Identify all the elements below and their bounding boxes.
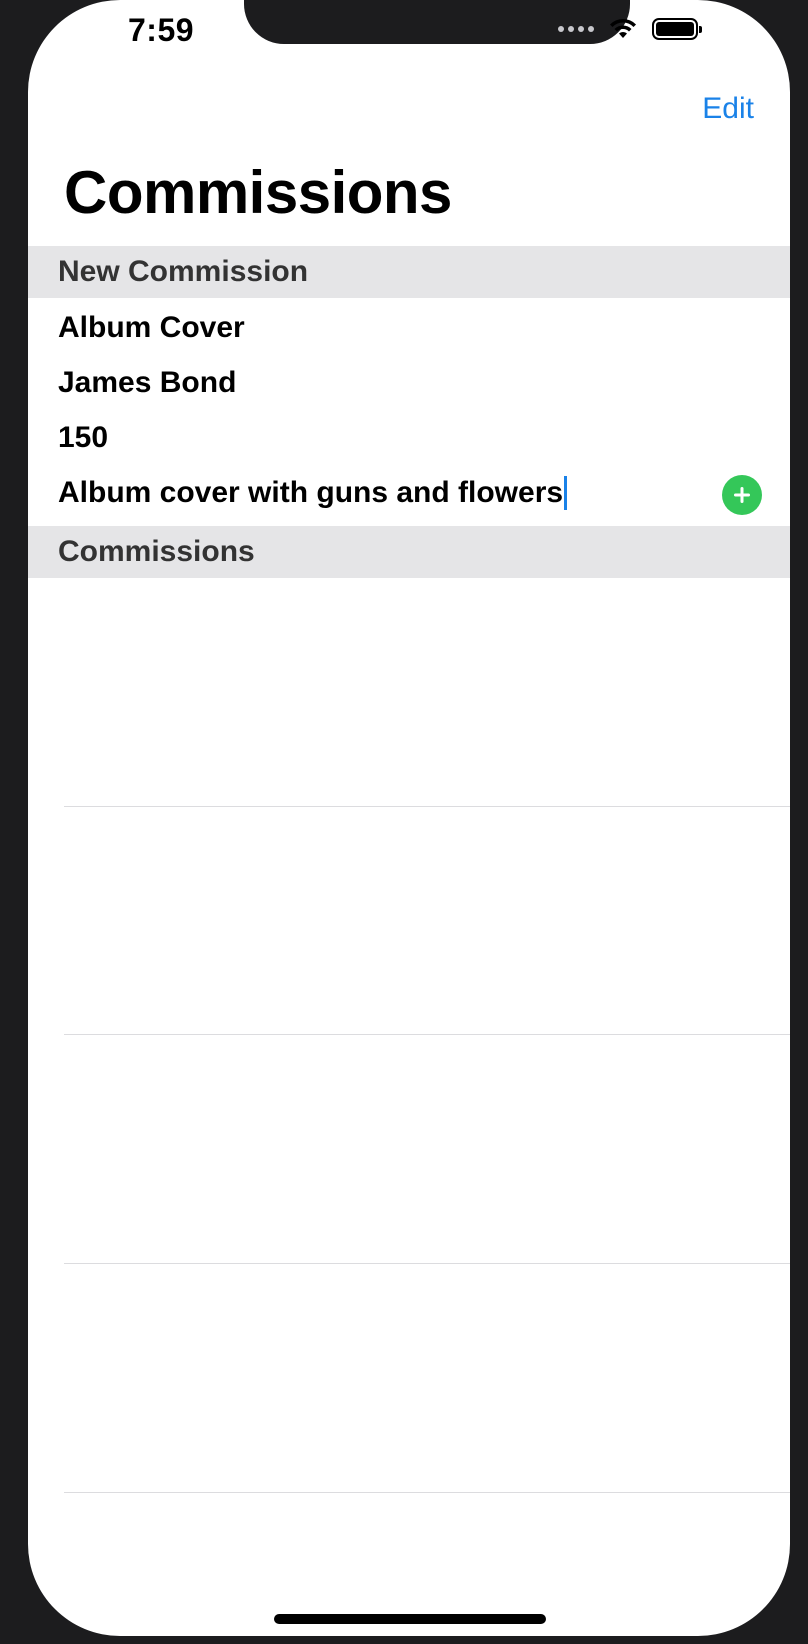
commission-description-field[interactable]: Album cover with guns and flowers <box>58 469 758 517</box>
add-commission-button[interactable] <box>722 475 762 515</box>
list-separator <box>64 1263 790 1264</box>
wifi-icon <box>610 18 636 38</box>
status-time: 7:59 <box>128 12 195 48</box>
device-bezel: 7:59 Edit Commissions New Commission Alb… <box>0 0 808 1644</box>
plus-circle-icon <box>734 487 750 503</box>
commission-client-field[interactable]: James Bond <box>58 359 758 407</box>
commission-title-field[interactable]: Album Cover <box>58 304 758 352</box>
cellular-signal-icon <box>558 26 594 32</box>
commission-client-value: James Bond <box>58 366 237 399</box>
battery-icon <box>652 18 702 40</box>
section-header-commissions: Commissions <box>28 526 790 578</box>
app-screen: 7:59 Edit Commissions New Commission Alb… <box>28 0 790 1636</box>
commission-price-value: 150 <box>58 421 109 454</box>
page-title: Commissions <box>64 159 452 226</box>
commission-title-value: Album Cover <box>58 311 245 344</box>
list-separator <box>64 1034 790 1035</box>
home-indicator[interactable] <box>274 1614 546 1624</box>
list-separator <box>64 806 790 807</box>
commission-description-value: Album cover with guns and flowers <box>58 476 564 509</box>
list-separator <box>64 1492 790 1493</box>
status-indicators <box>558 18 702 40</box>
section-header-new-commission: New Commission <box>28 246 790 298</box>
commission-price-field[interactable]: 150 <box>58 414 758 462</box>
edit-button[interactable]: Edit <box>702 92 754 126</box>
text-cursor <box>564 476 568 510</box>
